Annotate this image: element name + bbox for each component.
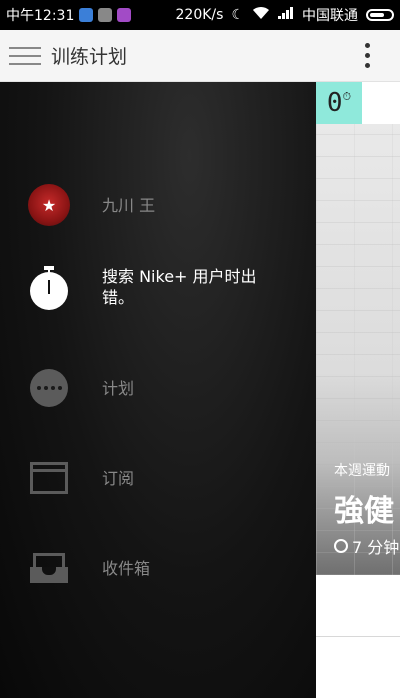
drawer-item-label: 搜索 Nike+ 用户时出错。 xyxy=(102,267,257,307)
do-not-disturb-icon: ☾ xyxy=(231,7,244,23)
network-speed: 220K/s xyxy=(175,7,224,23)
page-title: 训练计划 xyxy=(51,46,128,68)
status-bar: 中午12:31 220K/s ☾ 中国联通 xyxy=(0,0,400,30)
avatar: ★ xyxy=(28,184,70,226)
stopwatch-icon xyxy=(334,539,348,553)
more-dots-icon xyxy=(28,367,70,409)
overflow-menu-icon[interactable] xyxy=(365,43,370,68)
window-icon xyxy=(28,457,70,499)
drawer-item-label: 九川 王 xyxy=(102,195,156,215)
navigation-drawer: ★ 九川 王 搜索 Nike+ 用户时出错。 计划 订阅 收件箱 xyxy=(0,82,316,698)
inbox-icon xyxy=(28,547,70,589)
workout-card-duration: 7 分钟 xyxy=(334,534,399,558)
app-notification-icon xyxy=(117,8,132,22)
app-bar: 训练计划 xyxy=(0,30,400,82)
drawer-item-plans[interactable]: 计划 xyxy=(28,367,134,409)
minutes-badge: 0 ⏱ xyxy=(316,82,362,124)
status-time: 中午12:31 xyxy=(6,8,75,24)
divider xyxy=(316,636,400,637)
workout-card-title: 強健 xyxy=(334,494,394,529)
timer-icon: ⏱ xyxy=(342,90,352,103)
drawer-item-label: 收件箱 xyxy=(102,558,151,578)
app-notification-icon xyxy=(79,8,94,22)
drawer-item-search-error[interactable]: 搜索 Nike+ 用户时出错。 xyxy=(28,266,282,310)
drawer-item-label: 计划 xyxy=(102,378,135,398)
battery-icon xyxy=(366,9,394,21)
drawer-item-label: 订阅 xyxy=(102,468,135,488)
drawer-item-subscriptions[interactable]: 订阅 xyxy=(28,457,134,499)
workout-card[interactable]: 本週運動 強健 7 分钟 xyxy=(316,124,400,575)
menu-icon[interactable] xyxy=(9,46,41,65)
signal-icon xyxy=(278,7,294,23)
wifi-icon xyxy=(252,6,270,24)
carrier-name: 中国联通 xyxy=(302,8,358,24)
drawer-item-profile[interactable]: ★ 九川 王 xyxy=(28,184,155,226)
drawer-item-inbox[interactable]: 收件箱 xyxy=(28,547,150,589)
workout-card-subtitle: 本週運動 xyxy=(334,463,390,479)
app-notification-icon xyxy=(98,8,113,22)
stopwatch-icon xyxy=(28,266,70,310)
